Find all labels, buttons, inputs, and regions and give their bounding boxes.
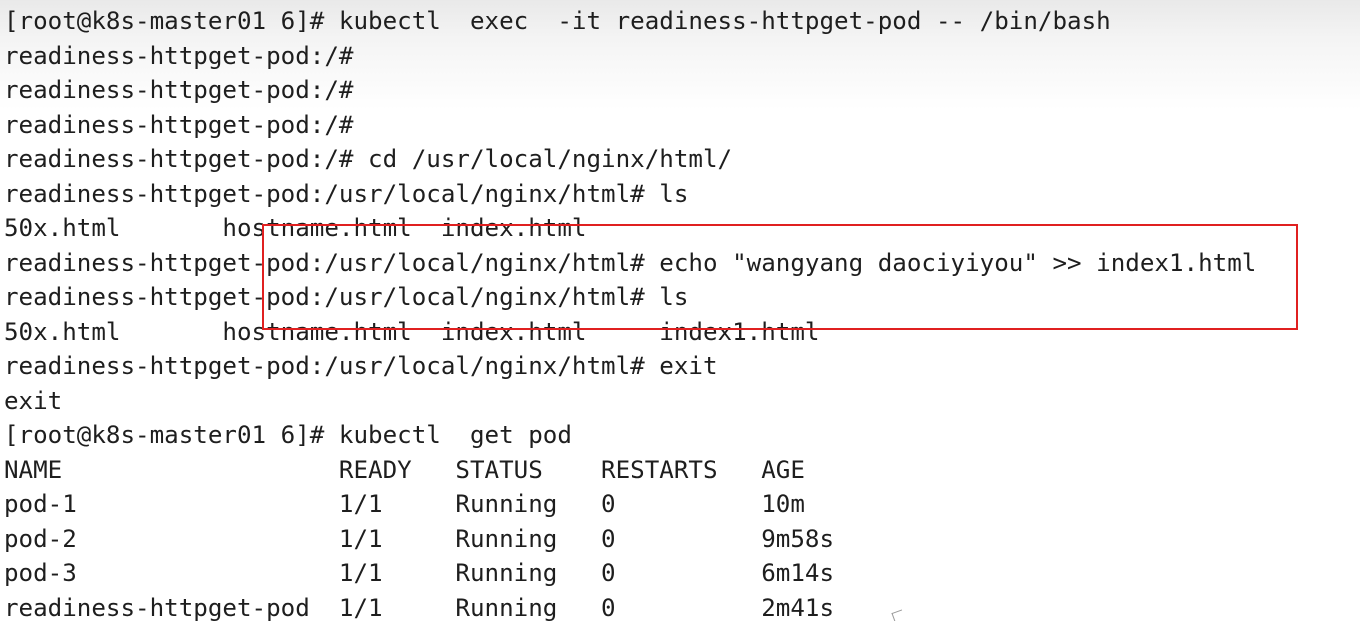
terminal-line: readiness-httpget-pod:/# (4, 76, 354, 104)
terminal-output: [root@k8s-master01 6]# kubectl exec -it … (4, 4, 1256, 621)
terminal-line: readiness-httpget-pod:/# (4, 110, 354, 139)
terminal-line: 50x.html hostname.html index.html (4, 214, 587, 242)
terminal-line: pod-2 1/1 Running 0 9m58s (4, 524, 835, 553)
terminal-line: NAME READY STATUS RESTARTS AGE (4, 455, 805, 484)
terminal-line: exit (4, 386, 63, 415)
terminal-line: 50x.html hostname.html index.html index1… (4, 317, 820, 346)
terminal-line: pod-3 1/1 Running 0 6m14s (4, 559, 835, 587)
terminal-line: pod-1 1/1 Running 0 10m (4, 490, 805, 518)
terminal-line: readiness-httpget-pod 1/1 Running 0 2m41… (4, 593, 835, 621)
terminal-line: readiness-httpget-pod:/usr/local/nginx/h… (4, 283, 689, 311)
terminal-line: [root@k8s-master01 6]# kubectl get pod (4, 421, 572, 449)
terminal-line: readiness-httpget-pod:/# (4, 41, 354, 70)
terminal-line: readiness-httpget-pod:/usr/local/nginx/h… (4, 248, 1257, 277)
terminal-line: readiness-httpget-pod:/usr/local/nginx/h… (4, 352, 718, 380)
terminal-line: [root@k8s-master01 6]# kubectl exec -it … (4, 7, 1111, 35)
terminal-line: readiness-httpget-pod:/usr/local/nginx/h… (4, 179, 689, 208)
terminal-line: readiness-httpget-pod:/# cd /usr/local/n… (4, 145, 733, 173)
terminal-window[interactable]: [root@k8s-master01 6]# kubectl exec -it … (0, 0, 1360, 621)
